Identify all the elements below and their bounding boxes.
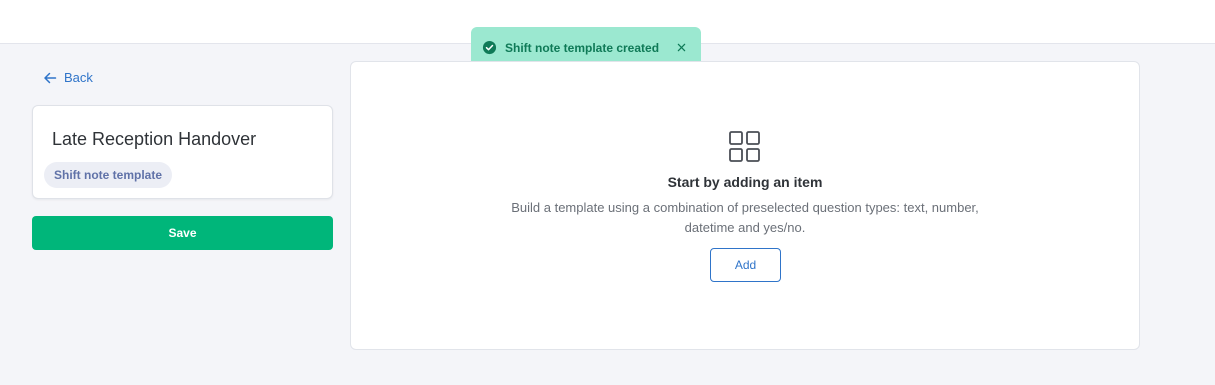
empty-state-heading: Start by adding an item [667, 174, 823, 190]
template-type-badge: Shift note template [44, 162, 173, 188]
check-circle-icon [482, 40, 497, 55]
template-title: Late Reception Handover [52, 129, 257, 149]
items-panel: Start by adding an item Build a template… [350, 61, 1140, 350]
grid-icon [729, 131, 761, 163]
template-card: Late Reception Handover Shift note templ… [32, 105, 333, 199]
back-link[interactable]: Back [43, 70, 93, 85]
empty-state-description: Build a template using a combination of … [511, 200, 979, 235]
add-item-button[interactable]: Add [710, 248, 781, 282]
back-label: Back [64, 70, 93, 85]
close-icon[interactable] [673, 39, 689, 55]
save-button[interactable]: Save [32, 216, 333, 250]
toast-message: Shift note template created [505, 40, 660, 55]
arrow-left-icon [43, 71, 57, 85]
